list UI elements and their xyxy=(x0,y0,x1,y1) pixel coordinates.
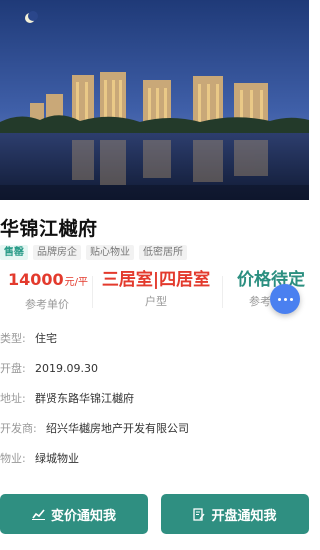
divider xyxy=(222,276,223,308)
total-price-value: 价格待定 xyxy=(237,270,305,290)
layout-value: 三居室|四居室 xyxy=(101,270,211,290)
more-dots-icon[interactable] xyxy=(270,284,300,314)
layout-label: 户型 xyxy=(145,295,167,308)
unit-price-value: 14000 xyxy=(8,270,64,289)
info-key: 开盘: xyxy=(0,362,26,375)
hero-image[interactable] xyxy=(0,0,309,200)
info-value: 住宅 xyxy=(35,332,57,345)
info-key: 地址: xyxy=(0,392,26,405)
opening-notify-label: 开盘通知我 xyxy=(211,508,277,524)
unit-price-unit: 元/平 xyxy=(64,277,89,288)
info-row-type: 类型: 住宅 xyxy=(0,328,57,348)
key-stats: 14000元/平 参考单价 三居室|四居室 户型 价格待定 参考总价 xyxy=(0,268,309,318)
project-tags: 售罄 品牌房企 贴心物业 低密居所 xyxy=(0,245,187,260)
stat-unit-price: 14000元/平 参考单价 xyxy=(8,268,89,313)
stat-layout: 三居室|四居室 户型 xyxy=(95,268,217,310)
unit-price-label: 参考单价 xyxy=(25,298,69,311)
info-value: 绍兴华樾房地产开发有限公司 xyxy=(46,422,189,435)
divider xyxy=(92,276,93,308)
info-row-opening: 开盘: 2019.09.30 xyxy=(0,358,98,378)
tag-brand-developer: 品牌房企 xyxy=(33,245,81,260)
info-value: 群贤东路华锦江樾府 xyxy=(35,392,134,405)
opening-notify-button[interactable]: 开盘通知我 xyxy=(161,494,309,534)
info-key: 物业: xyxy=(0,452,26,465)
tag-property-service: 贴心物业 xyxy=(86,245,134,260)
tag-low-density: 低密居所 xyxy=(139,245,187,260)
info-key: 开发商: xyxy=(0,422,37,435)
tag-sold-out: 售罄 xyxy=(0,245,28,260)
price-notify-button[interactable]: 变价通知我 xyxy=(0,494,148,534)
info-value: 2019.09.30 xyxy=(35,361,98,375)
document-edit-icon xyxy=(193,507,206,521)
price-notify-label: 变价通知我 xyxy=(50,508,116,524)
trend-line-icon xyxy=(31,508,45,520)
info-value: 绿城物业 xyxy=(35,452,79,465)
info-row-developer: 开发商: 绍兴华樾房地产开发有限公司 xyxy=(0,418,189,438)
info-row-property: 物业: 绿城物业 xyxy=(0,448,79,468)
info-key: 类型: xyxy=(0,332,26,345)
project-title: 华锦江樾府 xyxy=(0,218,98,240)
info-row-address: 地址: 群贤东路华锦江樾府 xyxy=(0,388,134,408)
